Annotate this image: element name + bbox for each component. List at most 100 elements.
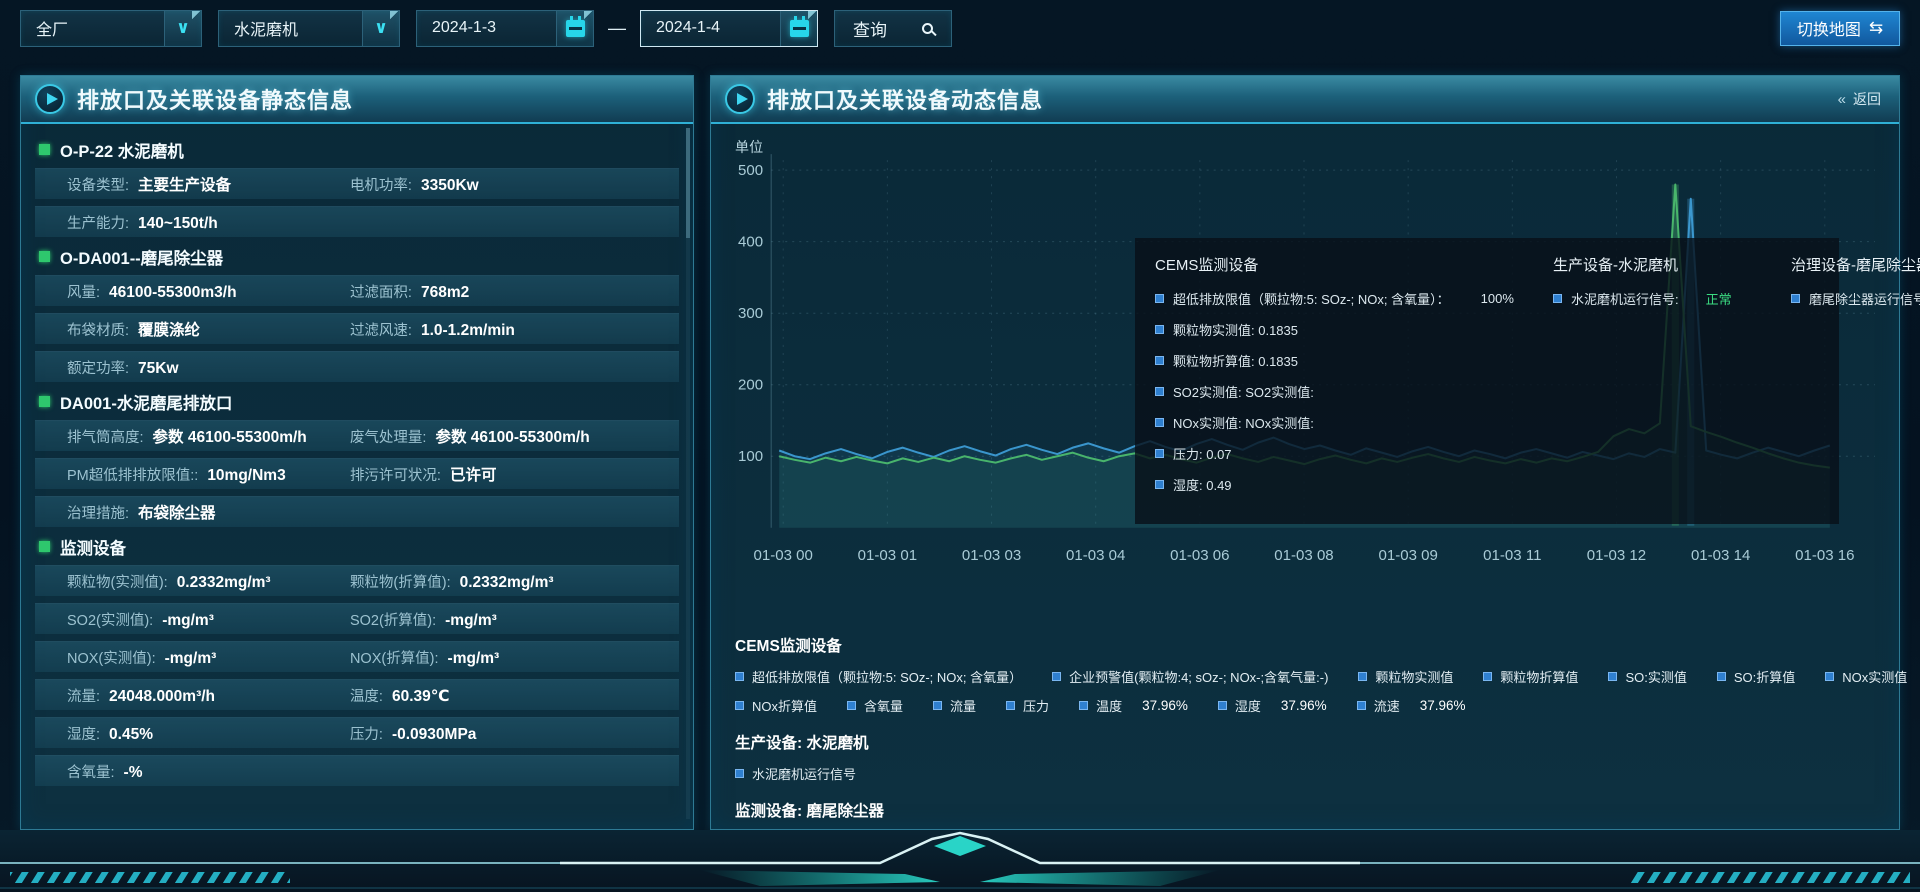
field-label: 电机功率: (350, 174, 412, 195)
plant-select[interactable]: 全厂 ∨ (20, 10, 202, 47)
svg-text:01-03 16: 01-03 16 (1795, 547, 1854, 564)
legend-item[interactable]: 企业预警值(颗粒物:4; sOz-; NOx-;含氧气量:-) (1052, 667, 1328, 686)
switch-map-label: 切换地图 (1797, 16, 1861, 40)
legend-item[interactable]: 流量 (933, 696, 976, 715)
left-panel-scrollbar[interactable] (686, 128, 690, 819)
tooltip-row-label: 超低排放限值（颗拉物:5: SOz-; NOx; 含氧量）： (1173, 289, 1450, 308)
device-select-chevron-box[interactable]: ∨ (362, 11, 399, 46)
legend-item-label: 压力 (1023, 696, 1049, 715)
dynamic-info-panel-header: 排放口及关联设备动态信息 « 返回 (711, 76, 1899, 124)
legend-item-label: 水泥磨机运行信号 (752, 764, 856, 783)
legend-marker-icon (1358, 672, 1367, 681)
legend-item[interactable]: 温度37.96% (1079, 696, 1188, 715)
legend-marker-icon (1052, 672, 1061, 681)
tooltip-row-label: 湿度: 0.49 (1173, 475, 1232, 494)
device-select[interactable]: 水泥磨机 ∨ (218, 10, 400, 47)
legend-item[interactable]: SO:实测值 (1608, 667, 1686, 686)
svg-text:01-03 04: 01-03 04 (1066, 547, 1125, 564)
back-button[interactable]: « 返回 (1838, 89, 1881, 109)
back-button-label: 返回 (1853, 89, 1881, 109)
svg-text:01-03 00: 01-03 00 (754, 547, 813, 564)
legend-item-label: 企业预警值(颗粒物:4; sOz-; NOx-;含氧气量:-) (1069, 667, 1328, 686)
legend-item[interactable]: 湿度37.96% (1218, 696, 1327, 715)
info-row: 含氧量:-% (35, 755, 679, 786)
end-date-icon-box[interactable] (780, 11, 817, 46)
info-row: 风量:46100-55300m3/h 过滤面积:768m2 (35, 275, 679, 306)
field-label: 颗粒物(折算值): (350, 571, 451, 592)
chevrons-left-icon: « (1838, 91, 1846, 108)
info-row: SO2(实测值):-mg/m³ SO2(折算值):-mg/m³ (35, 603, 679, 634)
legend-item[interactable]: 含氧量 (847, 696, 903, 715)
legend-marker-icon (735, 701, 744, 710)
blue-square-icon (1155, 356, 1164, 365)
legend-item[interactable]: 流速 37.96% (1357, 696, 1466, 715)
section-header-dust-collector: O-DA001--磨尾除尘器 (39, 244, 679, 269)
section-title: O-P-22 水泥磨机 (60, 138, 184, 162)
blue-square-icon (1155, 325, 1164, 334)
svg-text:200: 200 (738, 377, 763, 394)
field-label: 设备类型: (67, 174, 129, 195)
field-label: 治理措施: (67, 502, 129, 523)
tooltip-row-label: 颗粒物折算值: 0.1835 (1173, 351, 1298, 370)
info-row: 额定功率:75Kw (35, 351, 679, 382)
start-date-value: 2024-1-3 (417, 19, 496, 37)
svg-text:01-03 14: 01-03 14 (1691, 547, 1750, 564)
chevron-down-icon: ∨ (176, 18, 190, 38)
legend-item[interactable]: 水泥磨机运行信号 (735, 764, 856, 783)
legend-item[interactable]: NOx折算值 (735, 696, 817, 715)
plant-select-chevron-box[interactable]: ∨ (164, 11, 201, 46)
blue-square-icon (1553, 294, 1562, 303)
field-value: 140~150t/h (138, 215, 218, 233)
green-square-icon (39, 396, 50, 407)
legend-marker-icon (1483, 672, 1492, 681)
field-value: 60.39℃ (392, 687, 450, 706)
start-date-picker[interactable]: 2024-1-3 (416, 10, 594, 47)
status-badge: 正常 (1706, 289, 1732, 308)
top-filter-bar: 全厂 ∨ 水泥磨机 ∨ 2024-1-3 — 2024-1-4 查询 切换地图 … (20, 8, 1900, 48)
legend-group-title: 监测设备: 磨尾除尘器 (735, 799, 1879, 821)
play-badge-icon (725, 84, 755, 114)
legend-item-label: 湿度 (1235, 696, 1261, 715)
legend-item-label: NOx折算值 (752, 696, 817, 715)
search-icon (922, 23, 933, 34)
info-row: NOX(实测值):-mg/m³ NOX(折算值):-mg/m³ (35, 641, 679, 672)
start-date-icon-box[interactable] (556, 11, 593, 46)
field-label: 排污许可状况: (350, 464, 441, 485)
tooltip-treatment-column: 治理设备-磨尾除尘器 磨尾除尘器运行信号:故障 (1791, 254, 1920, 506)
svg-text:300: 300 (738, 305, 763, 322)
svg-text:01-03 06: 01-03 06 (1170, 547, 1229, 564)
legend-item[interactable]: 颗粒物折算值 (1483, 667, 1578, 686)
field-label: 含氧量: (67, 761, 115, 782)
tooltip-row-label: 压力: 0.07 (1173, 444, 1232, 463)
legend-item[interactable]: NOx实测值 (1825, 667, 1907, 686)
date-range-separator: — (608, 18, 626, 39)
field-label: NOX(折算值): (350, 647, 439, 668)
query-button[interactable]: 查询 (834, 10, 952, 47)
field-value: 布袋除尘器 (138, 501, 216, 523)
legend-item[interactable]: 颗粒物实测值 (1358, 667, 1453, 686)
legend-item[interactable]: 压力 (1006, 696, 1049, 715)
end-date-picker[interactable]: 2024-1-4 (640, 10, 818, 47)
legend-item-value: 37.96% (1420, 698, 1466, 713)
calendar-icon (790, 20, 809, 37)
query-button-label: 查询 (853, 16, 887, 41)
scrollbar-thumb[interactable] (686, 128, 690, 238)
legend-marker-icon (735, 769, 744, 778)
tooltip-column-title: 生产设备-水泥磨机 (1553, 254, 1761, 275)
plant-select-value: 全厂 (21, 16, 68, 40)
field-value: 0.45% (109, 726, 153, 744)
switch-map-button[interactable]: 切换地图 ⇆ (1780, 11, 1900, 46)
field-value: 参数 46100-55300m/h (153, 425, 307, 447)
section-title: 监测设备 (60, 535, 126, 559)
legend-item[interactable]: SO:折算值 (1717, 667, 1795, 686)
signal-label: 磨尾除尘器运行信号: (1809, 289, 1920, 308)
legend-item[interactable]: 超低排放限值（颗拉物:5: SOz-; NOx; 含氧量） (735, 667, 1022, 686)
static-info-list: O-P-22 水泥磨机 设备类型:主要生产设备 电机功率:3350Kw 生产能力… (35, 126, 679, 819)
play-badge-icon (35, 84, 65, 114)
field-value: 3350Kw (421, 177, 479, 195)
legend-item-label: 流速 (1374, 696, 1400, 715)
info-row: 流量:24048.000m³/h 温度:60.39℃ (35, 679, 679, 710)
info-row: 湿度:0.45% 压力:-0.0930MPa (35, 717, 679, 748)
static-info-panel: 排放口及关联设备静态信息 O-P-22 水泥磨机 设备类型:主要生产设备 电机功… (20, 75, 694, 830)
legend-item-label: NOx实测值 (1842, 667, 1907, 686)
